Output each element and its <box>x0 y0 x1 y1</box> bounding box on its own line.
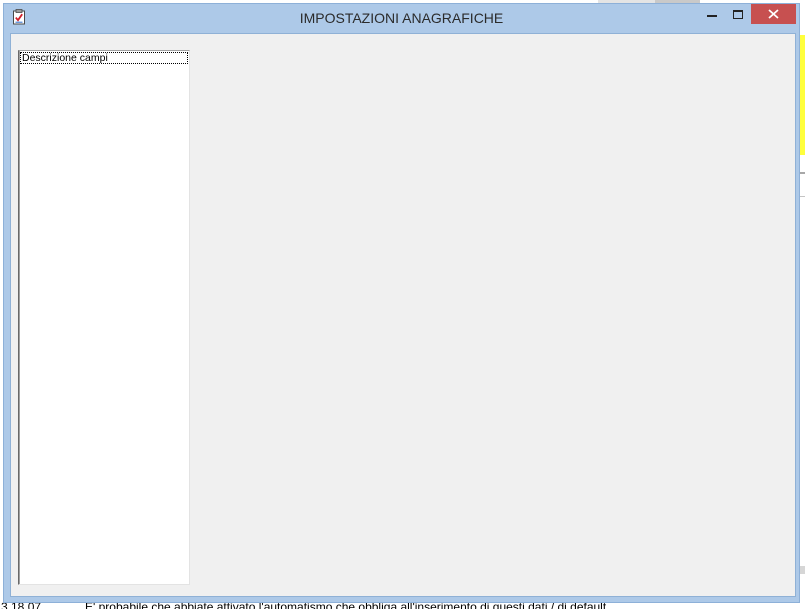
minimize-button[interactable] <box>700 4 726 24</box>
background-divider <box>800 172 805 174</box>
impostazioni-anagrafiche-window: IMPOSTAZIONI ANAGRAFICHE Descrizione cam… <box>3 3 800 603</box>
window-client-area: Descrizione campi <box>10 33 796 597</box>
list-item-descrizione-campi[interactable]: Descrizione campi <box>20 52 188 64</box>
window-title: IMPOSTAZIONI ANAGRAFICHE <box>299 10 504 26</box>
maximize-icon <box>733 10 743 19</box>
background-divider <box>800 196 805 197</box>
close-icon <box>768 9 779 19</box>
background-divider <box>800 566 805 574</box>
maximize-button[interactable] <box>726 4 752 24</box>
close-button[interactable] <box>751 4 796 24</box>
document-check-icon[interactable] <box>12 9 26 25</box>
minimize-icon <box>707 15 717 17</box>
background-highlight-strip <box>800 35 805 155</box>
field-list[interactable]: Descrizione campi <box>18 50 190 585</box>
title-bar[interactable]: IMPOSTAZIONI ANAGRAFICHE <box>4 4 799 33</box>
